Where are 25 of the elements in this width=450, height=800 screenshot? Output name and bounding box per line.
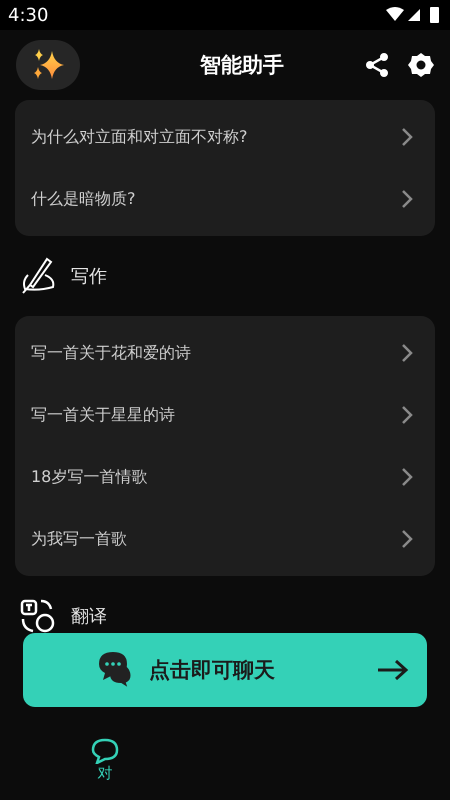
chevron-icon xyxy=(401,127,413,147)
section-title: 翻译 xyxy=(71,605,107,628)
chat-bubble-icon xyxy=(90,738,120,764)
chevron-icon xyxy=(401,529,413,549)
prompt-item[interactable]: 什么是暗物质? xyxy=(15,168,435,230)
prompt-item[interactable]: 写一首关于花和爱的诗 xyxy=(15,322,435,384)
nav-tab[interactable]: 对 xyxy=(90,708,120,800)
arrow-right-icon xyxy=(377,659,409,681)
app-title: 智能助手 xyxy=(198,52,285,79)
share-icon[interactable] xyxy=(364,52,390,78)
prompt-item[interactable]: 写一首关于星星的诗 xyxy=(15,384,435,446)
chevron-icon xyxy=(401,467,413,487)
chevron-icon xyxy=(401,343,413,363)
sparkle-button[interactable] xyxy=(16,40,80,90)
translate-icon xyxy=(19,597,57,635)
chevron-icon xyxy=(401,189,413,209)
chat-button[interactable]: 点击即可聊天 xyxy=(23,633,427,707)
prompt-item[interactable]: 为我写一首歌 xyxy=(15,508,435,570)
settings-icon[interactable] xyxy=(408,52,434,78)
prompt-item[interactable]: 为什么对立面和对立面不对称? xyxy=(15,106,435,168)
chevron-icon xyxy=(401,405,413,425)
status-time: 4:30 xyxy=(8,4,48,26)
section-title: 写作 xyxy=(71,265,107,288)
prompt-item[interactable]: 18岁写一首情歌 xyxy=(15,446,435,508)
status-icons xyxy=(386,6,442,24)
